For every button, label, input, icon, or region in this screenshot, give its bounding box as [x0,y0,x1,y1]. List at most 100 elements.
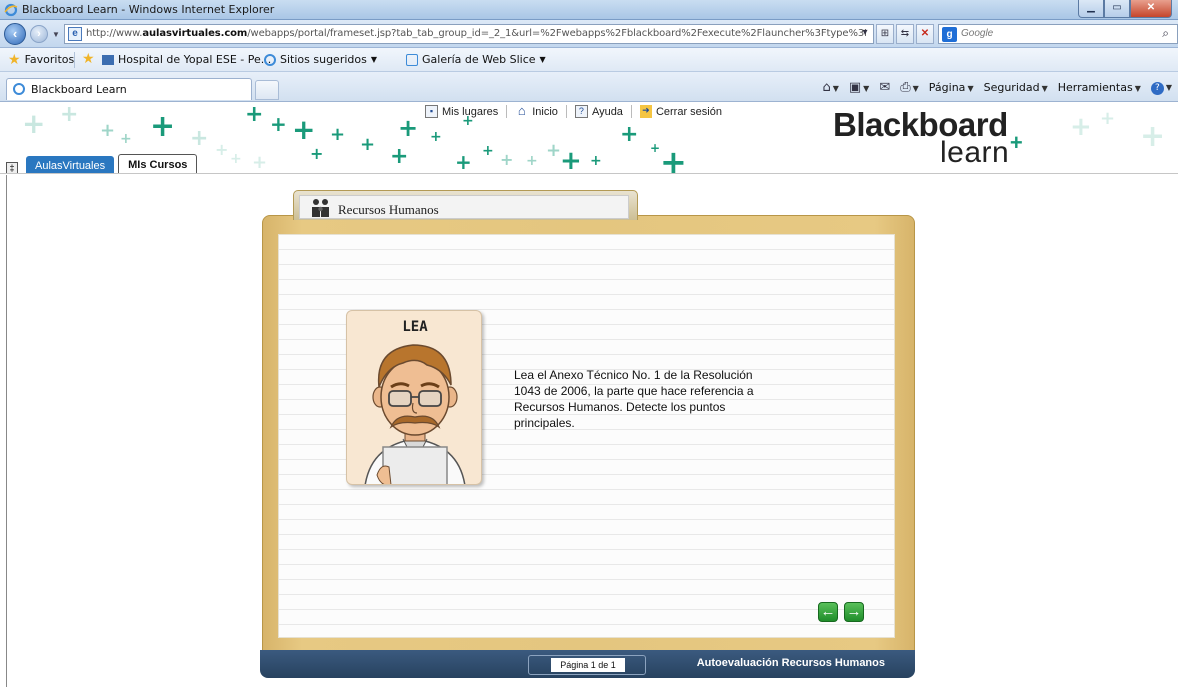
pager: Página 1 de 1 [528,655,646,675]
reader-illustration [364,344,466,484]
new-tab-button[interactable] [255,80,279,100]
home-icon: ⌂ [822,80,831,95]
plus-decoration: + [330,124,346,145]
forward-button[interactable]: › [30,25,48,43]
favorites-star-icon: ★ [8,51,21,68]
help-link[interactable]: Ayuda [592,106,623,118]
building-icon [102,54,114,65]
course-tabs: ‡ AulasVirtuales MIs Cursos [6,154,198,173]
window-title: Blackboard Learn - Windows Internet Expl… [22,3,275,16]
plus-decoration: + [360,134,376,155]
minimize-button[interactable]: ▁ [1078,0,1104,18]
learn-logo: learn + [940,130,1024,169]
plus-decoration: + [1070,112,1092,142]
add-favorite-icon: ★ [82,51,95,67]
plus-decoration: + [500,150,514,169]
fav-link-hospital[interactable]: Hospital de Yopal ESE - Pe... [102,53,271,66]
plus-decoration: + [190,126,209,151]
feeds-menu[interactable]: ▣ ▼ [849,80,869,95]
favorites-button[interactable]: ★ Favoritos [8,51,74,68]
maximize-button[interactable]: ▭ [1104,0,1130,18]
help-icon: ? [1150,82,1164,95]
blackboard-header: + + + + + + + + + + + + + + + + + + + + + + + + + + + + + + + + ▪ Mis l… [0,102,1178,174]
home-menu[interactable]: ⌂ ▼ [822,80,838,95]
chevron-down-icon: ▼ [370,55,377,64]
plus-decoration: + [546,140,562,161]
collapse-menu-button[interactable]: ‡ [6,162,18,173]
browser-tab-active[interactable]: Blackboard Learn [6,78,252,100]
instruction-text: Lea el Anexo Técnico No. 1 de la Resoluc… [514,368,754,430]
plus-decoration: + [1140,119,1166,154]
plus-decoration: + [270,112,287,136]
security-menu[interactable]: Seguridad ▼ [984,81,1048,94]
page-indicator: Página 1 de 1 [551,658,625,672]
plus-decoration: + [150,109,176,144]
home-icon: ⌂ [517,103,526,118]
plus-decoration: + [660,143,687,174]
plus-decoration: + [398,114,419,142]
print-icon: ⎙ [900,80,911,95]
address-bar[interactable]: e http://www.aulasvirtuales.com/webapps/… [64,24,874,44]
plus-decoration: + [455,150,472,174]
top-navigation: ▪ Mis lugares ⌂ Inicio ? Ayuda ➜ Cerrar … [425,103,722,118]
plus-decoration: + [215,140,229,159]
plus-decoration: + [390,144,409,169]
lea-card: LEA [346,310,482,485]
history-dropdown-icon[interactable]: ▼ [52,30,60,39]
close-window-button[interactable]: ✕ [1130,0,1172,18]
plus-decoration: + [60,102,79,127]
stop-icon[interactable]: ✕ [916,24,934,44]
refresh-icon[interactable]: ⇆ [896,24,914,44]
logout-link[interactable]: Cerrar sesión [656,106,722,118]
plus-decoration: + [252,152,268,173]
folder-title: Recursos Humanos [338,202,439,217]
window-titlebar: Blackboard Learn - Windows Internet Expl… [0,0,1178,20]
plus-decoration: + [100,120,116,141]
page-menu[interactable]: Página ▼ [929,81,974,94]
mail-icon[interactable]: ✉ [879,80,890,95]
plus-decoration: + [482,143,494,159]
tab-mis-cursos[interactable]: MIs Cursos [118,154,198,173]
chevron-down-icon: ▼ [539,55,546,64]
add-to-favorites-button[interactable]: ★ [82,51,95,67]
plus-decoration: + [430,129,442,145]
help-menu[interactable]: ? ▼ [1150,80,1172,95]
plus-decoration: + [590,153,602,169]
url-text[interactable]: http://www.aulasvirtuales.com/webapps/po… [86,28,866,39]
back-button[interactable]: ‹ [4,23,26,45]
favorites-bar: ★ Favoritos ★ Hospital de Yopal ESE - Pe… [0,48,1178,72]
ie-icon [264,53,276,66]
module-footer: Página 1 de 1 Autoevaluación Recursos Hu… [260,650,915,678]
page-navigation: ← → [818,602,864,622]
plus-decoration: + [620,122,639,147]
fav-link-suggested-sites[interactable]: Sitios sugeridos ▼ [264,53,377,66]
tab-aulas-virtuales[interactable]: AulasVirtuales [26,156,115,173]
previous-page-button[interactable]: ← [818,602,838,622]
fav-link-web-slice[interactable]: Galería de Web Slice ▼ [406,53,546,66]
next-page-button[interactable]: → [844,602,864,622]
page-icon: e [68,27,82,41]
address-toolbar: ‹ › ▼ e http://www.aulasvirtuales.com/we… [0,20,1178,48]
tools-menu[interactable]: Herramientas ▼ [1058,81,1141,94]
my-places-link[interactable]: Mis lugares [442,106,498,118]
page-content: + + + + + + + + + + + + + + + + + + + + + + + + + + + + + + + + ▪ Mis l… [0,102,1178,687]
frame-divider [6,175,7,687]
feeds-icon: ▣ [848,80,862,95]
footer-title: Autoevaluación Recursos Humanos [696,657,885,669]
plus-decoration: + [650,141,661,155]
lea-label: LEA [402,319,428,335]
address-dropdown-icon[interactable]: ▾ [858,24,872,44]
plus-decoration: + [120,131,132,147]
plus-decoration: + [310,144,324,163]
compatibility-view-icon[interactable]: ⊞ [876,24,894,44]
folder-tab: Recursos Humanos [293,190,638,220]
google-icon: g [942,27,957,42]
print-menu[interactable]: ⎙ ▼ [900,80,919,95]
search-box[interactable]: g Google ⌕ [938,24,1178,44]
web-slice-icon [406,53,418,66]
plus-decoration: + [230,151,242,167]
plus-decoration: + [292,113,316,146]
search-icon[interactable]: ⌕ [1162,26,1169,41]
home-link[interactable]: Inicio [532,106,558,118]
plus-decoration: + [22,107,46,140]
